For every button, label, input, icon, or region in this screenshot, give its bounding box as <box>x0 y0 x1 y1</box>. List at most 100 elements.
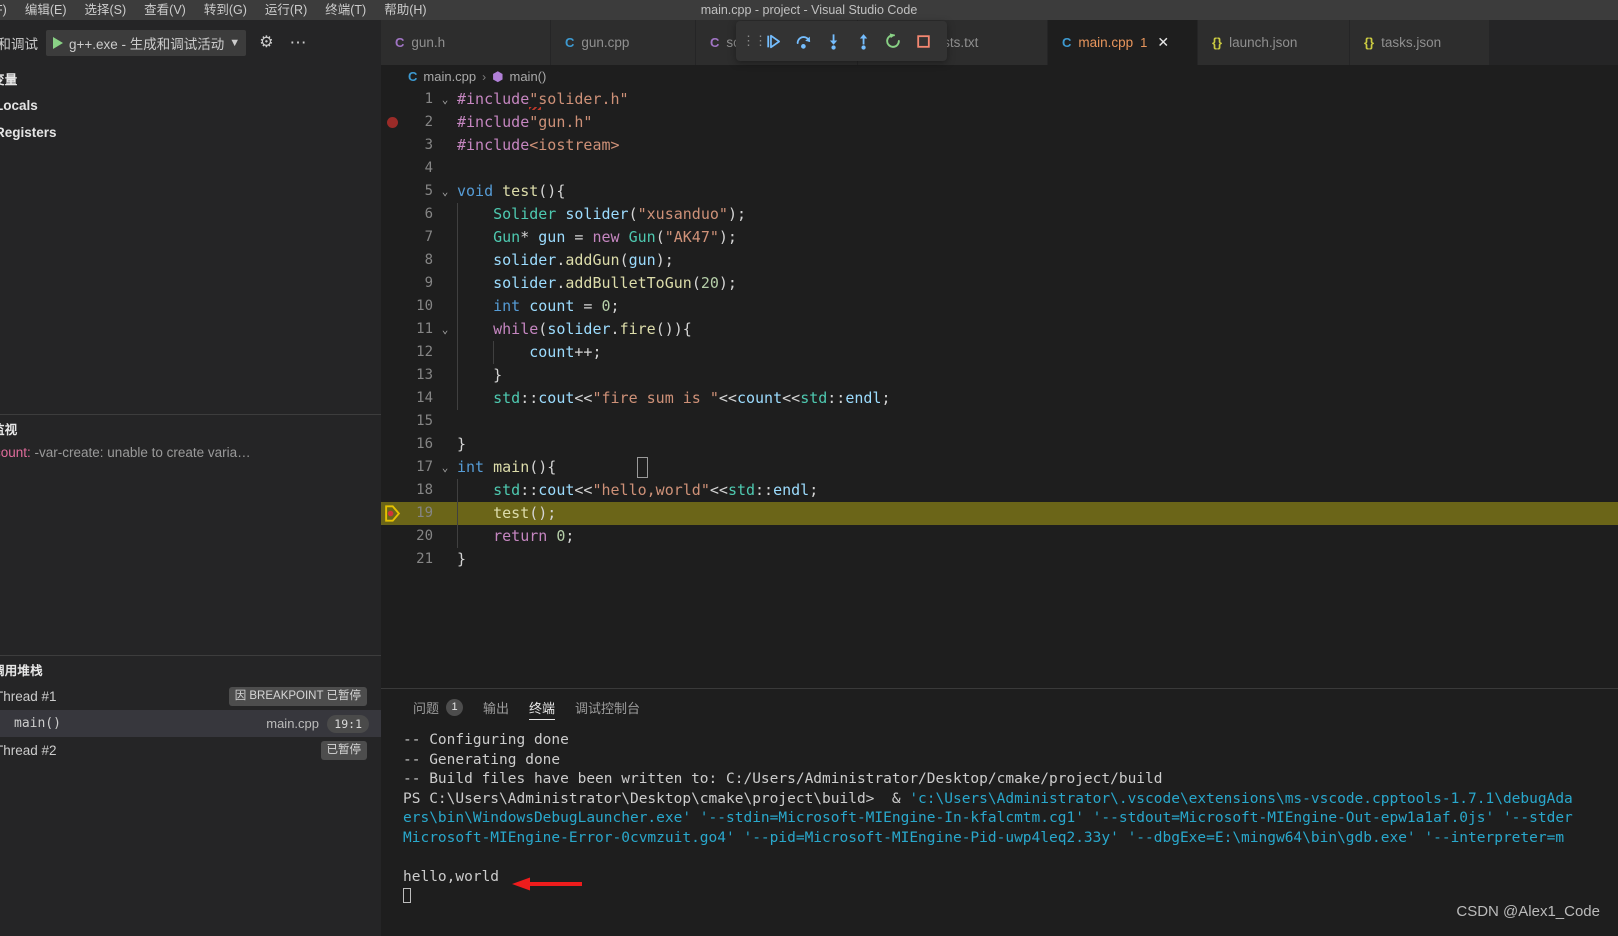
code-token: solider <box>547 320 611 338</box>
close-icon[interactable]: ✕ <box>1157 34 1169 51</box>
launch-configuration-select[interactable]: g++.exe - 生成和调试活动 ▼ <box>46 29 247 56</box>
menu-item-run[interactable]: 运行(R) <box>256 0 316 20</box>
code-line[interactable]: 3 #include<iostream> <box>381 134 1618 157</box>
code-token: "xusanduo" <box>637 205 728 223</box>
tab-gun-cpp[interactable]: C gun.cpp <box>551 20 696 65</box>
menu-item-selection[interactable]: 选择(S) <box>75 0 135 20</box>
code-line[interactable]: 4 <box>381 157 1618 180</box>
code-line[interactable]: 1 ⌄ #include"solider.h" <box>381 88 1618 111</box>
menu-item-edit[interactable]: 编辑(E) <box>16 0 76 20</box>
variables-section-title[interactable]: 变量 <box>0 65 381 92</box>
callstack-frame-name: main() <box>14 716 61 731</box>
panel-tab-debug-console[interactable]: 调试控制台 <box>565 689 650 725</box>
code-token: << <box>574 389 593 407</box>
ellipsis-icon[interactable]: ⋯ <box>290 34 308 51</box>
code-token: ; <box>881 389 891 407</box>
code-line[interactable]: 20 return 0; <box>381 525 1618 548</box>
stop-button[interactable] <box>908 26 938 56</box>
code-line[interactable]: 2 #include"gun.h" <box>381 111 1618 134</box>
menu-item-go[interactable]: 转到(G) <box>195 0 256 20</box>
code-line[interactable]: 6 Solider solider("xusanduo"); <box>381 203 1618 226</box>
code-token: } <box>493 366 503 384</box>
code-line[interactable]: 14 std::cout<<"fire sum is "<<count<<std… <box>381 387 1618 410</box>
cpp-icon: C <box>1062 35 1072 50</box>
code-token: << <box>782 389 801 407</box>
chevron-down-icon[interactable]: ▼ <box>229 37 240 49</box>
code-line[interactable]: 5 ⌄ void test(){ <box>381 180 1618 203</box>
code-line[interactable]: 15 <box>381 410 1618 433</box>
code-editor[interactable]: 1 ⌄ #include"solider.h" 2 #include"gun.h" 3 #i… <box>381 88 1618 688</box>
code-line[interactable]: 11 ⌄ while(solider.fire()){ <box>381 318 1618 341</box>
menu-item-terminal[interactable]: 终端(T) <box>316 0 375 20</box>
fold-chevron-down-icon[interactable]: ⌄ <box>438 88 452 111</box>
panel-tab-problems[interactable]: 问题 1 <box>403 689 473 725</box>
code-token: std <box>493 389 521 407</box>
code-line[interactable]: 13 } <box>381 364 1618 387</box>
code-line[interactable]: 21} <box>381 548 1618 571</box>
run-and-debug-header: 行和调试 g++.exe - 生成和调试活动 ▼ ⚙ ⋯ <box>0 20 381 65</box>
watch-section-title[interactable]: 监视 <box>0 415 381 442</box>
debug-toolbar[interactable]: ⋮⋮ <box>736 21 947 61</box>
code-line[interactable]: 17 ⌄ int main(){ <box>381 456 1618 479</box>
fold-chevron-down-icon[interactable]: ⌄ <box>438 180 452 203</box>
code-line[interactable]: 9 solider.addBulletToGun(20); <box>381 272 1618 295</box>
code-token: 20 <box>700 274 719 292</box>
code-line[interactable]: 7 Gun* gun = new Gun("AK47"); <box>381 226 1618 249</box>
drag-grip-icon[interactable]: ⋮⋮ <box>742 33 767 49</box>
code-line[interactable]: 18 std::cout<<"hello,world"<<std::endl; <box>381 479 1618 502</box>
restart-button[interactable] <box>878 26 908 56</box>
code-line[interactable]: 10 int count = 0; <box>381 295 1618 318</box>
code-token: #include <box>457 90 530 108</box>
menu-item-help[interactable]: 帮助(H) <box>375 0 435 20</box>
callstack-thread-1-label: Thread #1 <box>0 689 57 704</box>
annotation-arrow-icon <box>512 877 582 891</box>
fold-chevron-down-icon[interactable]: ⌄ <box>438 456 452 479</box>
code-token: fire <box>619 320 656 338</box>
c-header-icon: C <box>395 35 405 50</box>
panel-tab-output[interactable]: 输出 <box>473 689 519 725</box>
callstack-frame-main[interactable]: main() main.cpp 19:1 <box>0 710 381 737</box>
fold-chevron-down-icon[interactable]: ⌄ <box>438 318 452 341</box>
method-symbol-icon: ⬢ <box>492 68 504 84</box>
code-line[interactable]: 8 solider.addGun(gun); <box>381 249 1618 272</box>
tab-tasks-json[interactable]: {} tasks.json <box>1350 20 1490 65</box>
terminal-cursor <box>403 887 411 903</box>
callstack-thread-2[interactable]: Thread #2 已暂停 <box>0 737 381 764</box>
code-text: #include<iostream> <box>457 134 620 157</box>
watch-expression-row[interactable]: count: -var-create: unable to create var… <box>0 442 381 464</box>
step-out-button[interactable] <box>848 26 878 56</box>
variables-item-registers[interactable]: Registers <box>0 119 381 146</box>
menu-item-file[interactable]: F) <box>0 0 16 20</box>
line-number: 14 <box>416 390 433 406</box>
tab-launch-json[interactable]: {} launch.json <box>1198 20 1350 65</box>
tab-main-cpp[interactable]: C main.cpp 1 ✕ <box>1048 20 1198 65</box>
code-token: * <box>520 228 539 246</box>
code-token: Gun <box>493 228 521 246</box>
step-over-button[interactable] <box>788 26 818 56</box>
code-token: ; <box>809 481 819 499</box>
code-token: test <box>493 504 530 522</box>
play-icon[interactable] <box>53 36 63 49</box>
line-number: 2 <box>424 114 433 130</box>
cpp-icon: C <box>408 69 418 84</box>
gear-icon[interactable]: ⚙ <box>259 34 273 51</box>
breadcrumb-file[interactable]: main.cpp <box>423 69 476 84</box>
callstack-thread-1[interactable]: Thread #1 因 BREAKPOINT 已暂停 <box>0 683 381 710</box>
code-text: return 0; <box>457 525 574 548</box>
menu-bar[interactable]: F) 编辑(E) 选择(S) 查看(V) 转到(G) 运行(R) 终端(T) 帮… <box>0 0 436 20</box>
continue-button[interactable] <box>758 26 788 56</box>
code-line[interactable]: 19 test(); <box>381 502 1618 525</box>
code-line[interactable]: 16} <box>381 433 1618 456</box>
code-text: Gun* gun = new Gun("AK47"); <box>457 226 737 249</box>
variables-item-locals[interactable]: Locals <box>0 92 381 119</box>
callstack-section-title[interactable]: 调用堆栈 <box>0 656 381 683</box>
panel-tab-terminal[interactable]: 终端 <box>519 689 565 725</box>
tab-gun-h[interactable]: C gun.h <box>381 20 551 65</box>
code-line[interactable]: 12 count++; <box>381 341 1618 364</box>
menu-item-view[interactable]: 查看(V) <box>135 0 195 20</box>
terminal-text: ers\bin\WindowsDebugLauncher.exe' '--std… <box>403 810 1573 827</box>
breadcrumb-symbol[interactable]: main() <box>510 69 547 84</box>
step-into-button[interactable] <box>818 26 848 56</box>
